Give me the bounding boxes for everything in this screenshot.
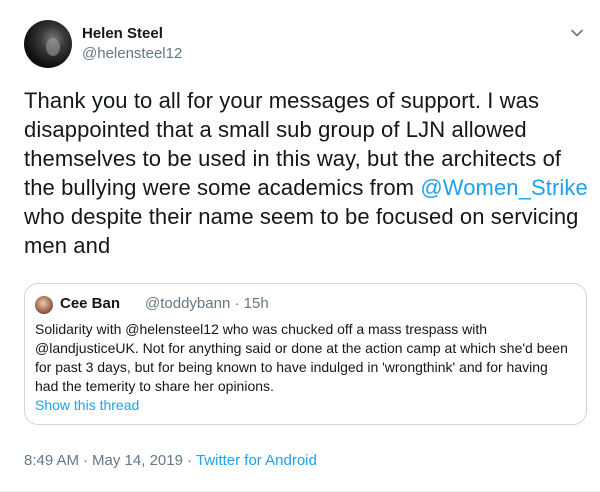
quoted-tweet[interactable]: Cee Ban @toddybann · 15h Solidarity with… — [24, 283, 587, 425]
tweet-text-part: who despite their name seem to be focuse… — [24, 204, 579, 258]
quoted-time: 15h — [243, 295, 269, 312]
quoted-author-avatar — [35, 296, 53, 314]
separator: · — [83, 452, 89, 469]
tweet-card: Helen Steel @helensteel12 Thank you to a… — [0, 0, 600, 492]
author-name[interactable]: Helen Steel — [82, 25, 163, 42]
tweet-timestamp: 8:49 AM · May 14, 2019 · Twitter for Android — [24, 452, 317, 469]
author-handle[interactable]: @helensteel12 — [82, 45, 182, 62]
tweet-time[interactable]: 8:49 AM — [24, 452, 79, 469]
tweet-date[interactable]: May 14, 2019 — [92, 452, 183, 469]
quoted-text: Solidarity with @helensteel12 who was ch… — [35, 321, 568, 394]
show-thread-link[interactable]: Show this thread — [35, 397, 139, 413]
quoted-author-name: Cee Ban — [60, 295, 121, 312]
quoted-author-handle: @toddybann — [145, 295, 231, 312]
tweet-source-link[interactable]: Twitter for Android — [196, 452, 317, 469]
tweet-text: Thank you to all for your messages of su… — [24, 86, 594, 260]
author-avatar[interactable] — [24, 20, 72, 68]
chevron-down-icon[interactable] — [570, 26, 584, 40]
separator: · — [234, 295, 240, 312]
quoted-meta: @toddybann · 15h — [145, 295, 269, 312]
mention-link[interactable]: @Women_Strike — [420, 175, 588, 200]
separator: · — [186, 452, 192, 469]
